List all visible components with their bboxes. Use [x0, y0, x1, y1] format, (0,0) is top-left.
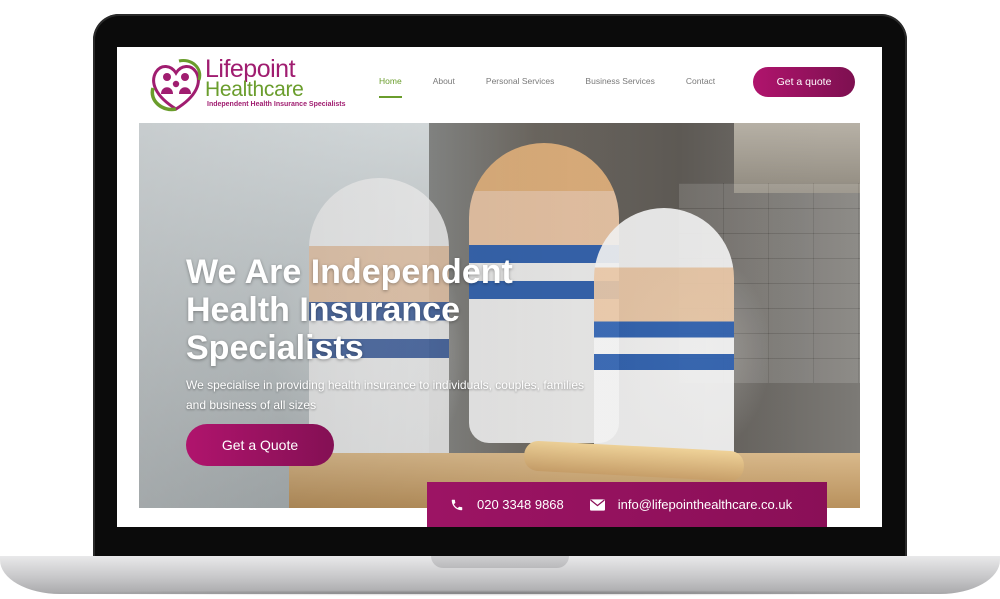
- site-logo[interactable]: Lifepoint Healthcare Independent Health …: [147, 53, 345, 117]
- logo-name-line2: Healthcare: [205, 78, 304, 101]
- contact-email-link[interactable]: info@lifepointhealthcare.co.uk: [590, 497, 792, 513]
- website-screen: Lifepoint Healthcare Independent Health …: [117, 47, 882, 527]
- hero-heading: We Are Independent Health Insurance Spec…: [186, 253, 513, 367]
- laptop-base-notch: [431, 556, 569, 568]
- logo-family-heart-icon: [150, 58, 202, 112]
- envelope-icon: [590, 497, 606, 513]
- nav-item-home[interactable]: Home: [379, 76, 402, 98]
- phone-icon: [449, 497, 465, 513]
- contact-bar: 020 3348 9868 info@lifepointhealthcare.c…: [427, 482, 827, 527]
- contact-phone-link[interactable]: 020 3348 9868: [449, 497, 564, 513]
- logo-tagline: Independent Health Insurance Specialists: [207, 101, 346, 108]
- laptop-shadow: [30, 590, 970, 596]
- get-a-quote-header-button[interactable]: Get a quote: [753, 67, 855, 97]
- main-nav: Home About Personal Services Business Se…: [379, 76, 746, 98]
- hero-banner: We Are Independent Health Insurance Spec…: [139, 123, 860, 508]
- contact-phone-number: 020 3348 9868: [477, 497, 564, 512]
- hero-subtitle: We specialise in providing health insura…: [186, 378, 584, 412]
- nav-item-business-services[interactable]: Business Services: [585, 76, 654, 98]
- nav-item-personal-services[interactable]: Personal Services: [486, 76, 555, 98]
- get-a-quote-hero-button[interactable]: Get a Quote: [186, 424, 334, 466]
- site-header: Lifepoint Healthcare Independent Health …: [117, 47, 882, 123]
- nav-item-about[interactable]: About: [433, 76, 455, 98]
- contact-email-address: info@lifepointhealthcare.co.uk: [617, 497, 793, 512]
- nav-item-contact[interactable]: Contact: [686, 76, 715, 98]
